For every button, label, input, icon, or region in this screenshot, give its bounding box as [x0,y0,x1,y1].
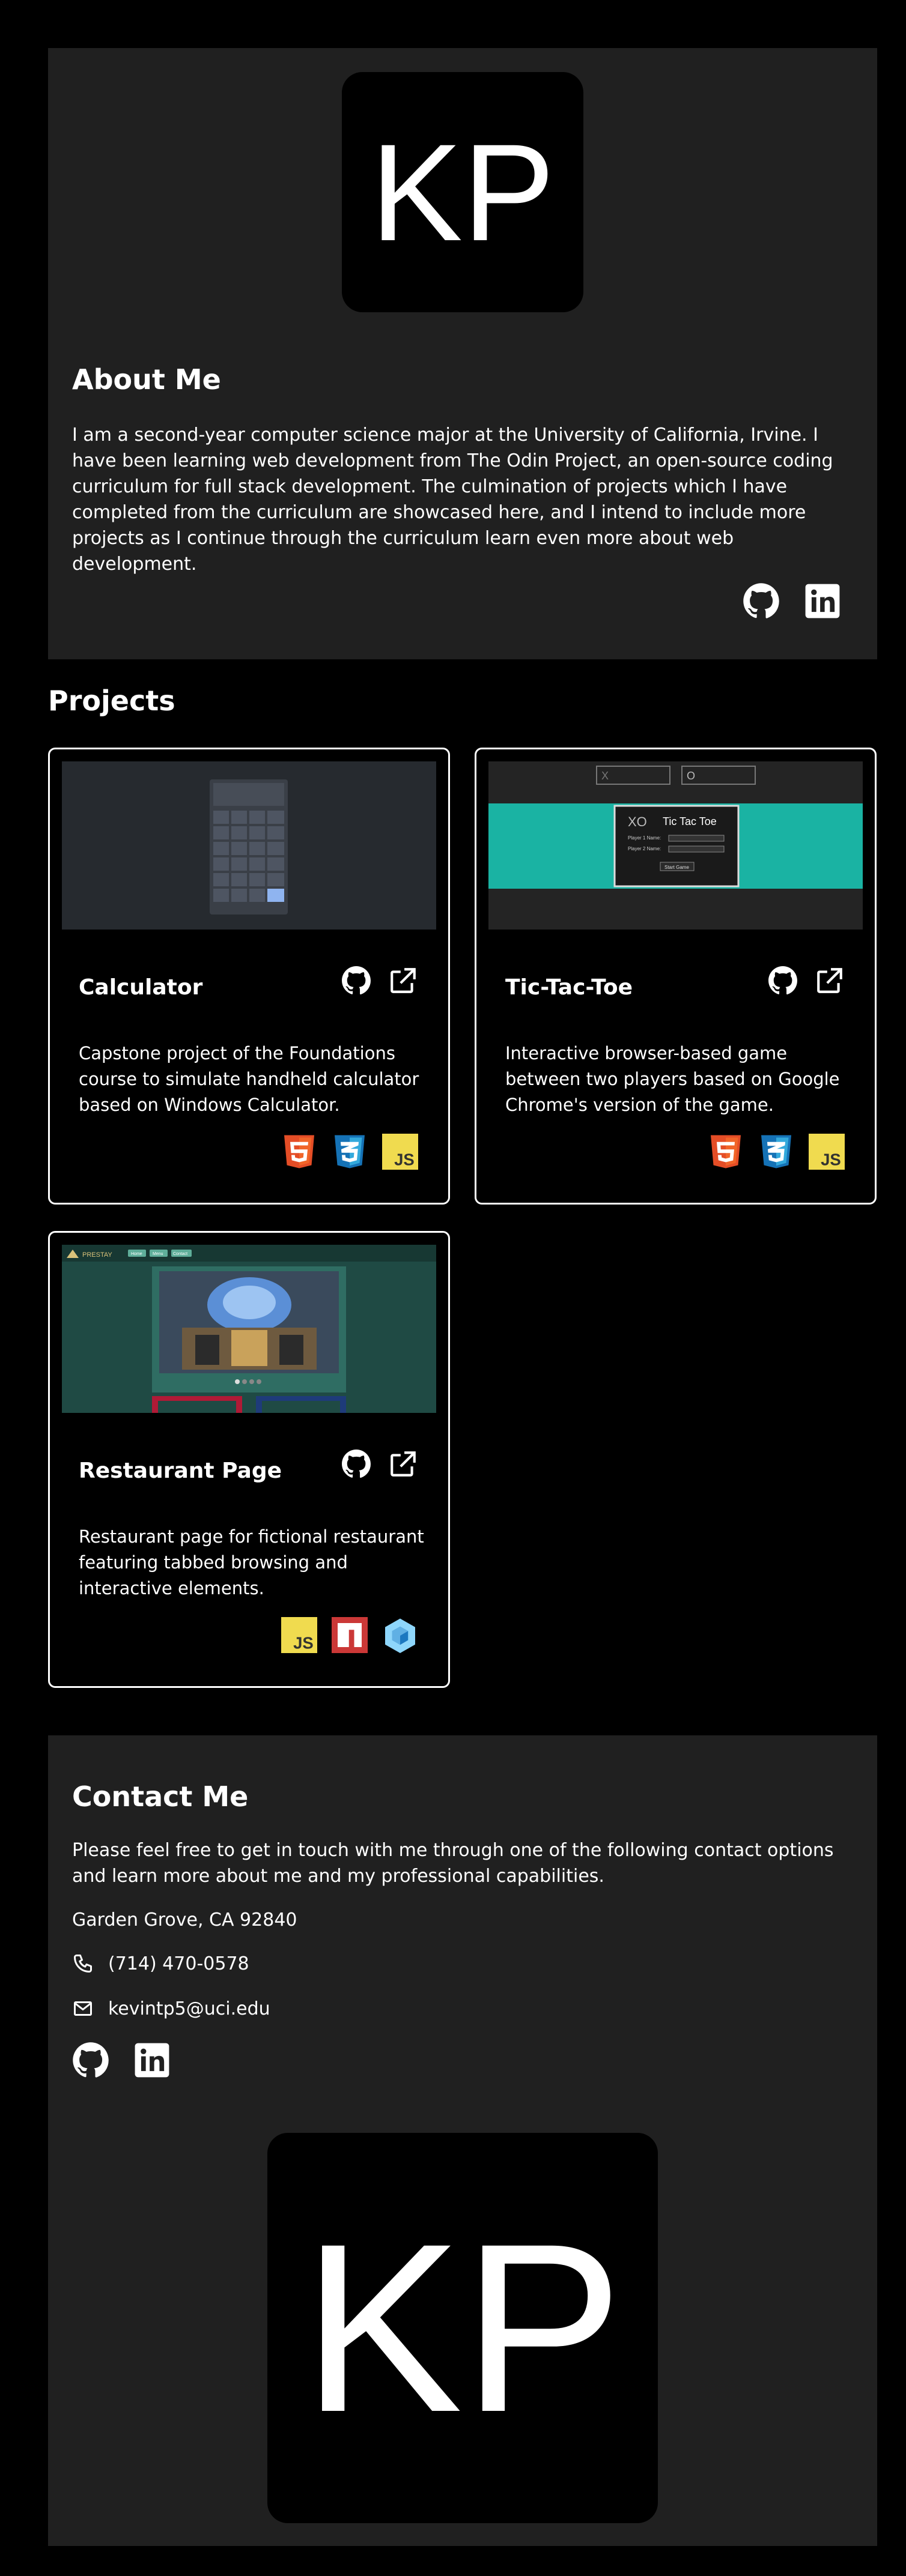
svg-text:XO: XO [628,814,647,829]
contact-address: Garden Grove, CA 92840 [72,1909,297,1930]
thumb-player2: Player 2 Name: [628,846,661,851]
github-icon[interactable] [768,966,798,996]
mail-icon [74,2001,92,2016]
github-icon[interactable] [743,582,780,620]
github-icon[interactable] [341,1449,371,1479]
thumb-input-o: O [687,770,695,782]
linkedin-icon[interactable] [133,2042,171,2079]
project-links [768,966,845,996]
github-icon[interactable] [72,2042,109,2079]
thumb-tab: Menu [153,1252,163,1256]
about-social-links [743,582,841,620]
javascript-icon: JS [382,1134,418,1170]
external-link-icon[interactable] [815,966,845,996]
github-icon[interactable] [341,966,371,996]
about-body: I am a second-year computer science majo… [72,425,833,575]
svg-text:JS: JS [394,1150,415,1169]
contact-phone[interactable]: (714) 470-0578 [72,1953,249,1974]
project-card-tic-tac-toe: X O XO Tic Tac Toe Player 1 Name: Player… [475,748,877,1205]
contact-intro: Please feel free to get in touch with me… [72,1840,834,1887]
project-links [341,1449,418,1479]
thumb-player1: Player 1 Name: [628,835,661,841]
project-links [341,966,418,996]
javascript-icon: JS [281,1617,317,1653]
phone-number: (714) 470-0578 [108,1953,249,1974]
project-card-calculator: Calculator Capstone project of the Found… [48,748,450,1205]
about-title: About Me [72,363,221,396]
css3-icon [761,1135,791,1169]
calculator-screenshot [62,761,436,930]
project-title: Calculator [79,975,203,1000]
kp-logo: KP [267,2133,658,2523]
tech-stack: JS [708,1134,845,1170]
svg-text:JS: JS [821,1150,841,1169]
project-card-restaurant-page: PRESTAY Home Menu Contact Restaurant Pag… [48,1231,450,1688]
thumb-modal-title: Tic Tac Toe [663,815,717,827]
project-description: Restaurant page for fictional restaurant… [79,1526,424,1598]
css3-icon [335,1135,365,1169]
svg-text:JS: JS [293,1634,314,1652]
kp-logo: KP [342,72,583,312]
linkedin-icon[interactable] [804,582,841,620]
thumb-tab: Home [131,1252,142,1256]
contact-email[interactable]: kevintp5@uci.edu [72,1998,270,2019]
html5-icon [711,1135,741,1169]
projects-title: Projects [48,685,175,717]
email-address: kevintp5@uci.edu [108,1998,270,2019]
project-title: Restaurant Page [79,1459,282,1483]
restaurant-page-screenshot: PRESTAY Home Menu Contact [62,1245,436,1413]
npm-icon [332,1617,368,1653]
thumb-tab: Contact [173,1252,187,1256]
about-section: KP About Me I am a second-year computer … [48,48,877,659]
thumb-input-x: X [601,770,609,782]
tic-tac-toe-screenshot: X O XO Tic Tac Toe Player 1 Name: Player… [488,761,863,930]
phone-icon [74,1955,92,1973]
tech-stack: JS [281,1134,418,1170]
thumb-start: Start Game [664,865,689,870]
html5-icon [284,1135,314,1169]
project-title: Tic-Tac-Toe [505,975,633,1000]
external-link-icon[interactable] [388,966,418,996]
tech-stack: JS [281,1617,418,1653]
logo-text: KP [370,115,555,270]
contact-section: Contact Me Please feel free to get in to… [48,1735,877,2546]
javascript-icon: JS [809,1134,845,1170]
thumb-brand: PRESTAY [82,1251,112,1259]
external-link-icon[interactable] [388,1449,418,1479]
contact-social-links [72,2042,171,2079]
project-description: Capstone project of the Foundations cour… [79,1043,419,1115]
logo-text: KP [302,2194,623,2462]
project-description: Interactive browser-based game between t… [505,1043,840,1115]
contact-title: Contact Me [72,1780,249,1813]
webpack-icon [385,1618,415,1653]
